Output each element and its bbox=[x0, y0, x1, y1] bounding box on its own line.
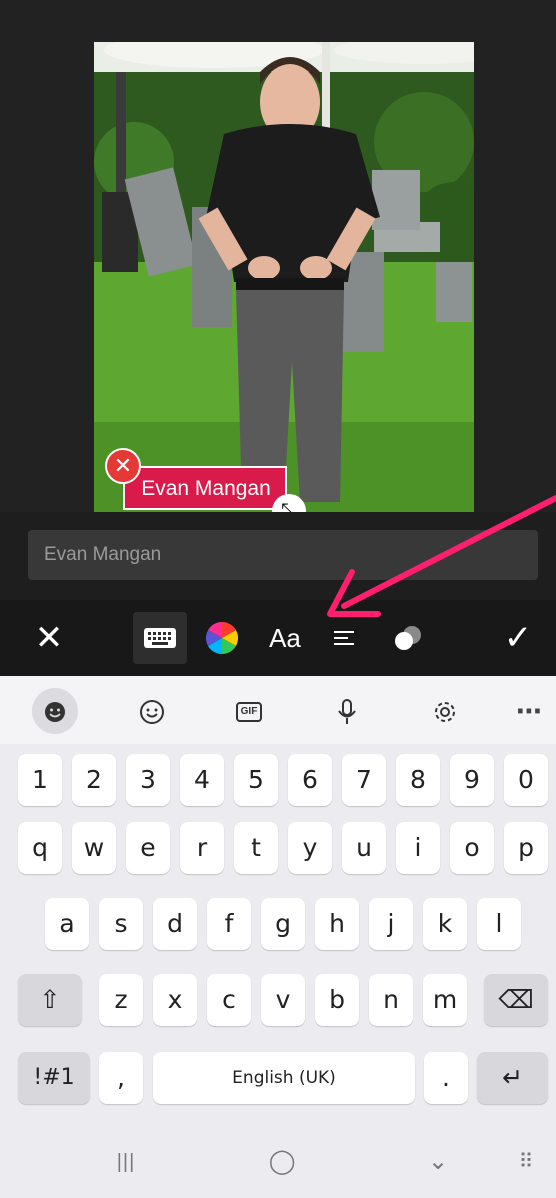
key-8[interactable]: 8 bbox=[396, 754, 440, 806]
microphone-glyph bbox=[338, 699, 356, 725]
video-preview bbox=[94, 42, 474, 512]
key-s[interactable]: s bbox=[99, 898, 143, 950]
keyboard-toolbar bbox=[0, 676, 556, 744]
key-c[interactable]: c bbox=[207, 974, 251, 1026]
key-x[interactable]: x bbox=[153, 974, 197, 1026]
key-5[interactable]: 5 bbox=[234, 754, 278, 806]
key-6[interactable]: 6 bbox=[288, 754, 332, 806]
microphone-icon[interactable] bbox=[324, 688, 370, 734]
emoji-face-glyph bbox=[45, 702, 65, 723]
key-p[interactable]: p bbox=[504, 822, 548, 874]
back-icon[interactable]: ⌄ bbox=[408, 1142, 468, 1182]
key-q[interactable]: q bbox=[18, 822, 62, 874]
color-wheel-glyph bbox=[205, 621, 239, 654]
key-n[interactable]: n bbox=[369, 974, 413, 1026]
key-v[interactable]: v bbox=[261, 974, 305, 1026]
key-f[interactable]: f bbox=[207, 898, 251, 950]
key-o[interactable]: o bbox=[450, 822, 494, 874]
key-i[interactable]: i bbox=[396, 822, 440, 874]
key-0[interactable]: 0 bbox=[504, 754, 548, 806]
gif-label: GIF bbox=[235, 702, 263, 723]
settings-icon[interactable] bbox=[422, 688, 468, 734]
caption-text[interactable]: Evan Mangan bbox=[126, 470, 286, 508]
settings-glyph bbox=[435, 702, 455, 723]
period-key[interactable]: . bbox=[424, 1052, 468, 1104]
annotation-arrow bbox=[327, 495, 556, 617]
key-4[interactable]: 4 bbox=[180, 754, 224, 806]
smiley-glyph bbox=[140, 700, 164, 725]
key-g[interactable]: g bbox=[261, 898, 305, 950]
key-a[interactable]: a bbox=[45, 898, 89, 950]
recent-apps-icon[interactable]: ||| bbox=[96, 1142, 156, 1182]
key-e[interactable]: e bbox=[126, 822, 170, 874]
caption-delete-icon[interactable]: ✕ bbox=[105, 448, 141, 484]
keyboard-glyph bbox=[144, 627, 176, 648]
enter-key[interactable]: ↵ bbox=[477, 1052, 548, 1104]
key-d[interactable]: d bbox=[153, 898, 197, 950]
key-b[interactable]: b bbox=[315, 974, 359, 1026]
key-l[interactable]: l bbox=[477, 898, 521, 950]
close-icon[interactable]: ✕ bbox=[22, 612, 76, 664]
symbols-key[interactable]: !#1 bbox=[18, 1052, 90, 1104]
key-k[interactable]: k bbox=[423, 898, 467, 950]
key-z[interactable]: z bbox=[99, 974, 143, 1026]
key-w[interactable]: w bbox=[72, 822, 116, 874]
home-icon[interactable]: ◯ bbox=[252, 1142, 312, 1182]
comma-key[interactable]: , bbox=[99, 1052, 143, 1104]
key-y[interactable]: y bbox=[288, 822, 332, 874]
keyboard-icon[interactable] bbox=[133, 612, 187, 664]
key-9[interactable]: 9 bbox=[450, 754, 494, 806]
space-key[interactable]: English (UK) bbox=[153, 1052, 415, 1104]
video-frame-image bbox=[94, 42, 474, 512]
key-u[interactable]: u bbox=[342, 822, 386, 874]
gif-icon[interactable]: GIF bbox=[226, 688, 272, 734]
emoji-face-icon[interactable] bbox=[32, 688, 78, 734]
key-7[interactable]: 7 bbox=[342, 754, 386, 806]
key-t[interactable]: t bbox=[234, 822, 278, 874]
key-j[interactable]: j bbox=[369, 898, 413, 950]
keyboard-switch-icon[interactable]: ⠿ bbox=[496, 1142, 556, 1182]
key-r[interactable]: r bbox=[180, 822, 224, 874]
smiley-icon[interactable] bbox=[129, 688, 175, 734]
backspace-key[interactable]: ⌫ bbox=[484, 974, 548, 1026]
key-3[interactable]: 3 bbox=[126, 754, 170, 806]
key-m[interactable]: m bbox=[423, 974, 467, 1026]
key-2[interactable]: 2 bbox=[72, 754, 116, 806]
shift-key[interactable]: ⇧ bbox=[18, 974, 82, 1026]
color-wheel-icon[interactable] bbox=[198, 612, 246, 664]
more-icon[interactable]: ⋯ bbox=[506, 688, 552, 734]
key-h[interactable]: h bbox=[315, 898, 359, 950]
key-1[interactable]: 1 bbox=[18, 754, 62, 806]
